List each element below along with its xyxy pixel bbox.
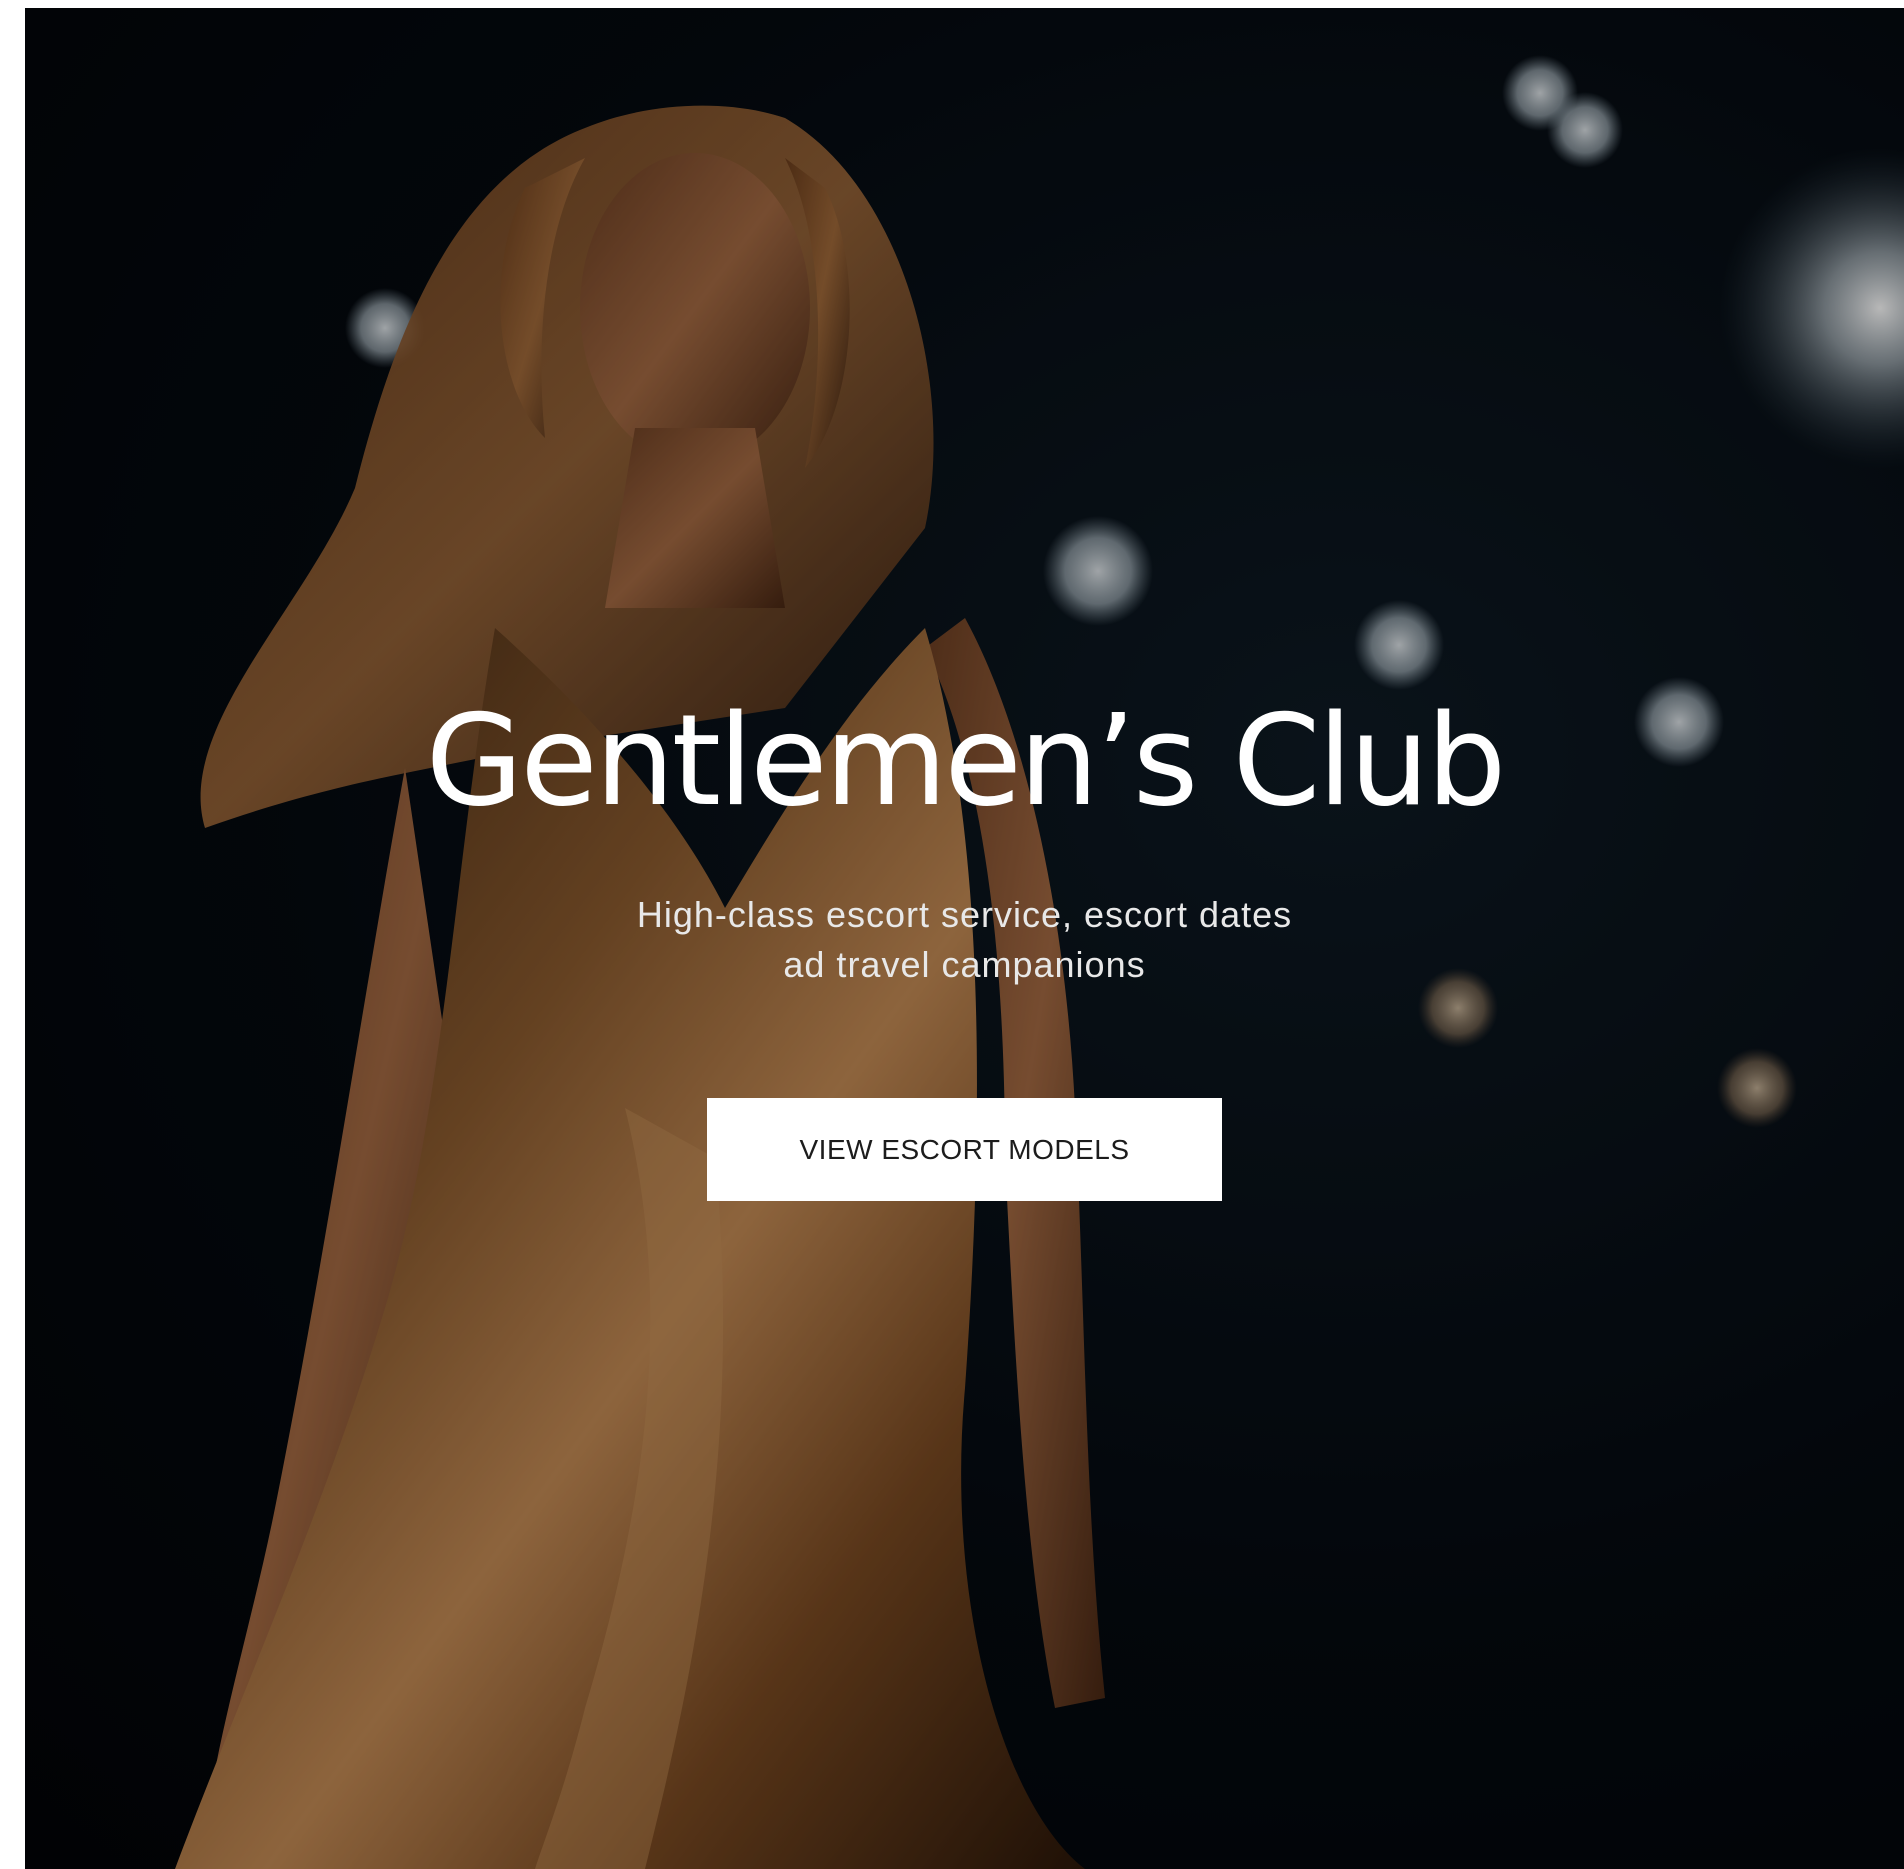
hero-subtitle: High-class escort service, escort dates … (25, 890, 1904, 990)
view-escort-models-button[interactable]: VIEW ESCORT MODELS (707, 1098, 1222, 1201)
hero-subtitle-line-1: High-class escort service, escort dates (636, 894, 1293, 935)
hero-title: Gentlemen’s Club (425, 687, 1507, 834)
hero-section: Gentlemen’s Club High-class escort servi… (25, 8, 1904, 1869)
cta-button-label: VIEW ESCORT MODELS (799, 1133, 1130, 1165)
hero-subtitle-line-2: ad travel campanions (783, 944, 1146, 985)
